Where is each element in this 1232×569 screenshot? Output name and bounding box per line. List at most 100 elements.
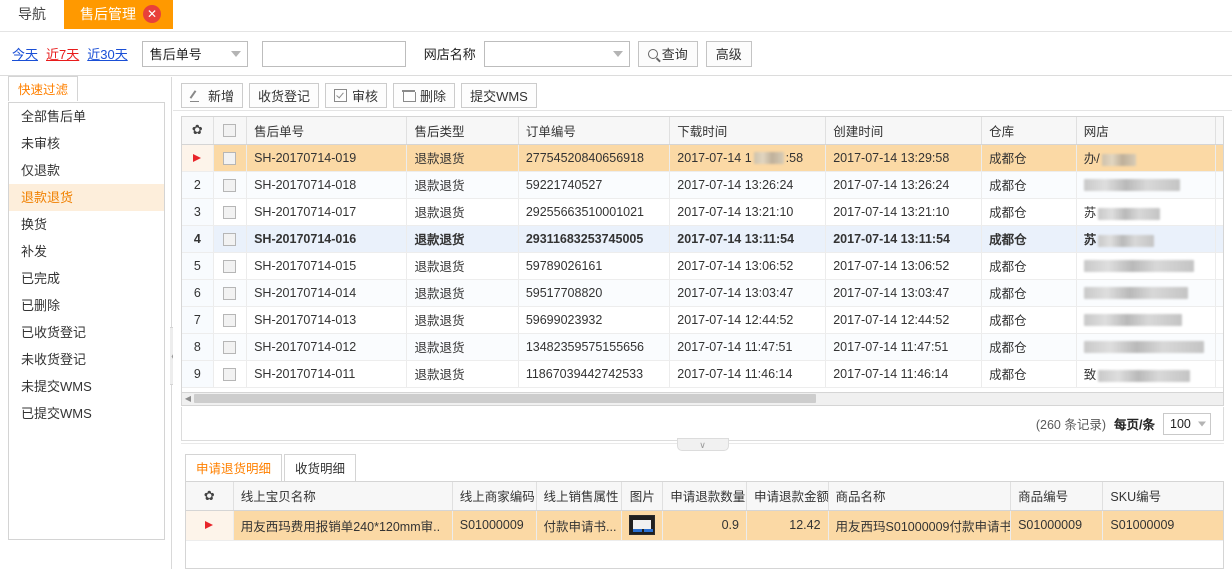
col-after-sales-no[interactable]: 售后单号: [247, 117, 407, 144]
col-download-time[interactable]: 下载时间: [670, 117, 826, 144]
sidebar-item-not-received-registered[interactable]: 未收货登记: [9, 346, 164, 373]
splitter-collapse-icon[interactable]: ∨: [677, 438, 729, 451]
table-row[interactable]: 8SH-20170714-012退款退货13482359575155656201…: [182, 333, 1224, 360]
row-checkbox[interactable]: [223, 233, 236, 246]
row-checkbox-cell[interactable]: [213, 252, 246, 279]
receive-register-button[interactable]: 收货登记: [249, 83, 319, 108]
detail-table-row[interactable]: 用友西玛费用报销单240*120mm审..S01000009付款申请书...0.…: [186, 510, 1224, 540]
col-order-no[interactable]: 订单编号: [518, 117, 669, 144]
row-checkbox-cell[interactable]: [213, 360, 246, 387]
col-sku-code[interactable]: SKU编号: [1103, 482, 1224, 510]
cell-order-status: 交易成功: [1216, 144, 1224, 171]
row-checkbox-cell[interactable]: [213, 144, 246, 171]
sidebar-item-unaudited[interactable]: 未审核: [9, 130, 164, 157]
col-online-merchant-code[interactable]: 线上商家编码: [452, 482, 536, 510]
sidebar-item-refund-return[interactable]: 退款退货: [9, 184, 164, 211]
table-row[interactable]: 5SH-20170714-015退款退货597890261612017-07-1…: [182, 252, 1224, 279]
cell-download-time: 2017-07-14 12:44:52: [670, 306, 826, 333]
sidebar-item-deleted[interactable]: 已删除: [9, 292, 164, 319]
tab-receive-detail[interactable]: 收货明细: [284, 454, 356, 481]
table-row[interactable]: 7SH-20170714-013退款退货596990239322017-07-1…: [182, 306, 1224, 333]
tab-nav[interactable]: 导航: [0, 0, 64, 29]
row-checkbox[interactable]: [223, 260, 236, 273]
shop-name-select[interactable]: [484, 41, 630, 67]
row-checkbox[interactable]: [223, 287, 236, 300]
tab-return-request-detail[interactable]: 申请退货明细: [185, 454, 282, 481]
check-icon: [334, 89, 347, 102]
row-checkbox-cell[interactable]: [213, 333, 246, 360]
search-field-select[interactable]: 售后单号: [142, 41, 248, 67]
tab-quick-filter[interactable]: 快速过滤: [8, 76, 78, 101]
sidebar-item-reissue[interactable]: 补发: [9, 238, 164, 265]
col-goods-name[interactable]: 商品名称: [828, 482, 1011, 510]
sidebar-item-exchange[interactable]: 换货: [9, 211, 164, 238]
col-image[interactable]: 图片: [622, 482, 663, 510]
row-checkbox[interactable]: [223, 314, 236, 327]
after-sales-grid[interactable]: ✿ 售后单号 售后类型 订单编号 下载时间 创建时间 仓库 网店 订单交易状态 …: [181, 116, 1224, 393]
row-checkbox[interactable]: [223, 206, 236, 219]
sidebar-item-submitted-wms[interactable]: 已提交WMS: [9, 400, 164, 427]
col-create-time[interactable]: 创建时间: [826, 117, 982, 144]
quick-link-30days[interactable]: 近30天: [87, 44, 127, 63]
chevron-down-icon: [231, 51, 241, 57]
sidebar-item-completed[interactable]: 已完成: [9, 265, 164, 292]
scroll-left-icon[interactable]: ◀: [183, 394, 193, 403]
row-checkbox[interactable]: [223, 341, 236, 354]
column-settings-header[interactable]: ✿: [182, 117, 213, 144]
col-online-sale-attr[interactable]: 线上销售属性: [536, 482, 622, 510]
scrollbar-thumb[interactable]: [194, 394, 816, 403]
cell-download-time: 2017-07-14 13:03:47: [670, 279, 826, 306]
row-checkbox-cell[interactable]: [213, 306, 246, 333]
quick-link-today[interactable]: 今天: [12, 44, 38, 63]
redacted-shop-name: [1084, 314, 1182, 326]
sidebar-item-received-registered[interactable]: 已收货登记: [9, 319, 164, 346]
tab-after-sales[interactable]: 售后管理 ✕: [64, 0, 173, 29]
row-checkbox-cell[interactable]: [213, 171, 246, 198]
table-row[interactable]: 9SH-20170714-011退款退货11867039442742533201…: [182, 360, 1224, 387]
table-row[interactable]: 6SH-20170714-014退款退货595177088202017-07-1…: [182, 279, 1224, 306]
row-checkbox-cell[interactable]: [213, 225, 246, 252]
select-all-header[interactable]: [213, 117, 246, 144]
sidebar-item-refund-only[interactable]: 仅退款: [9, 157, 164, 184]
detail-column-settings-header[interactable]: ✿: [186, 482, 233, 510]
row-checkbox-cell[interactable]: [213, 198, 246, 225]
per-page-select[interactable]: 100: [1163, 413, 1211, 435]
advanced-button[interactable]: 高级: [706, 41, 752, 67]
col-after-sales-type[interactable]: 售后类型: [407, 117, 518, 144]
query-button[interactable]: 查询: [638, 41, 698, 67]
table-row[interactable]: 4SH-20170714-016退款退货29311683253745005201…: [182, 225, 1224, 252]
row-checkbox[interactable]: [223, 368, 236, 381]
sidebar-item-not-submitted-wms[interactable]: 未提交WMS: [9, 373, 164, 400]
row-checkbox-cell[interactable]: [213, 279, 246, 306]
product-thumbnail-icon[interactable]: [629, 515, 655, 535]
cell-image[interactable]: [622, 510, 663, 540]
col-warehouse[interactable]: 仓库: [982, 117, 1077, 144]
table-row[interactable]: 2SH-20170714-018退款退货592217405272017-07-1…: [182, 171, 1224, 198]
search-input[interactable]: [262, 41, 406, 67]
row-checkbox[interactable]: [223, 152, 236, 165]
col-refund-qty[interactable]: 申请退款数量: [663, 482, 747, 510]
row-indicator: [182, 144, 213, 171]
quick-link-7days[interactable]: 近7天: [46, 44, 79, 63]
submit-wms-button[interactable]: 提交WMS: [461, 83, 537, 108]
detail-grid[interactable]: ✿ 线上宝贝名称 线上商家编码 线上销售属性 图片 申请退款数量 申请退款金额 …: [185, 481, 1224, 569]
col-order-status[interactable]: 订单交易状态: [1216, 117, 1224, 144]
table-row[interactable]: 3SH-20170714-017退款退货29255663510001021201…: [182, 198, 1224, 225]
col-online-item-name[interactable]: 线上宝贝名称: [233, 482, 452, 510]
gear-icon[interactable]: ✿: [204, 488, 215, 503]
grid-horizontal-scrollbar[interactable]: ◀: [181, 393, 1224, 406]
cell-order-no: 59789026161: [518, 252, 669, 279]
select-all-checkbox[interactable]: [223, 124, 236, 137]
close-icon[interactable]: ✕: [143, 5, 161, 23]
col-goods-code[interactable]: 商品编号: [1011, 482, 1103, 510]
delete-button[interactable]: 删除: [393, 83, 455, 108]
row-indicator: 2: [182, 171, 213, 198]
sidebar-item-all[interactable]: 全部售后单: [9, 103, 164, 130]
table-row[interactable]: SH-20170714-019退款退货277545208406569182017…: [182, 144, 1224, 171]
col-refund-amount[interactable]: 申请退款金额: [746, 482, 828, 510]
audit-button[interactable]: 审核: [325, 83, 387, 108]
add-button[interactable]: 新增: [181, 83, 243, 108]
row-checkbox[interactable]: [223, 179, 236, 192]
gear-icon[interactable]: ✿: [192, 122, 203, 137]
col-shop[interactable]: 网店: [1076, 117, 1215, 144]
